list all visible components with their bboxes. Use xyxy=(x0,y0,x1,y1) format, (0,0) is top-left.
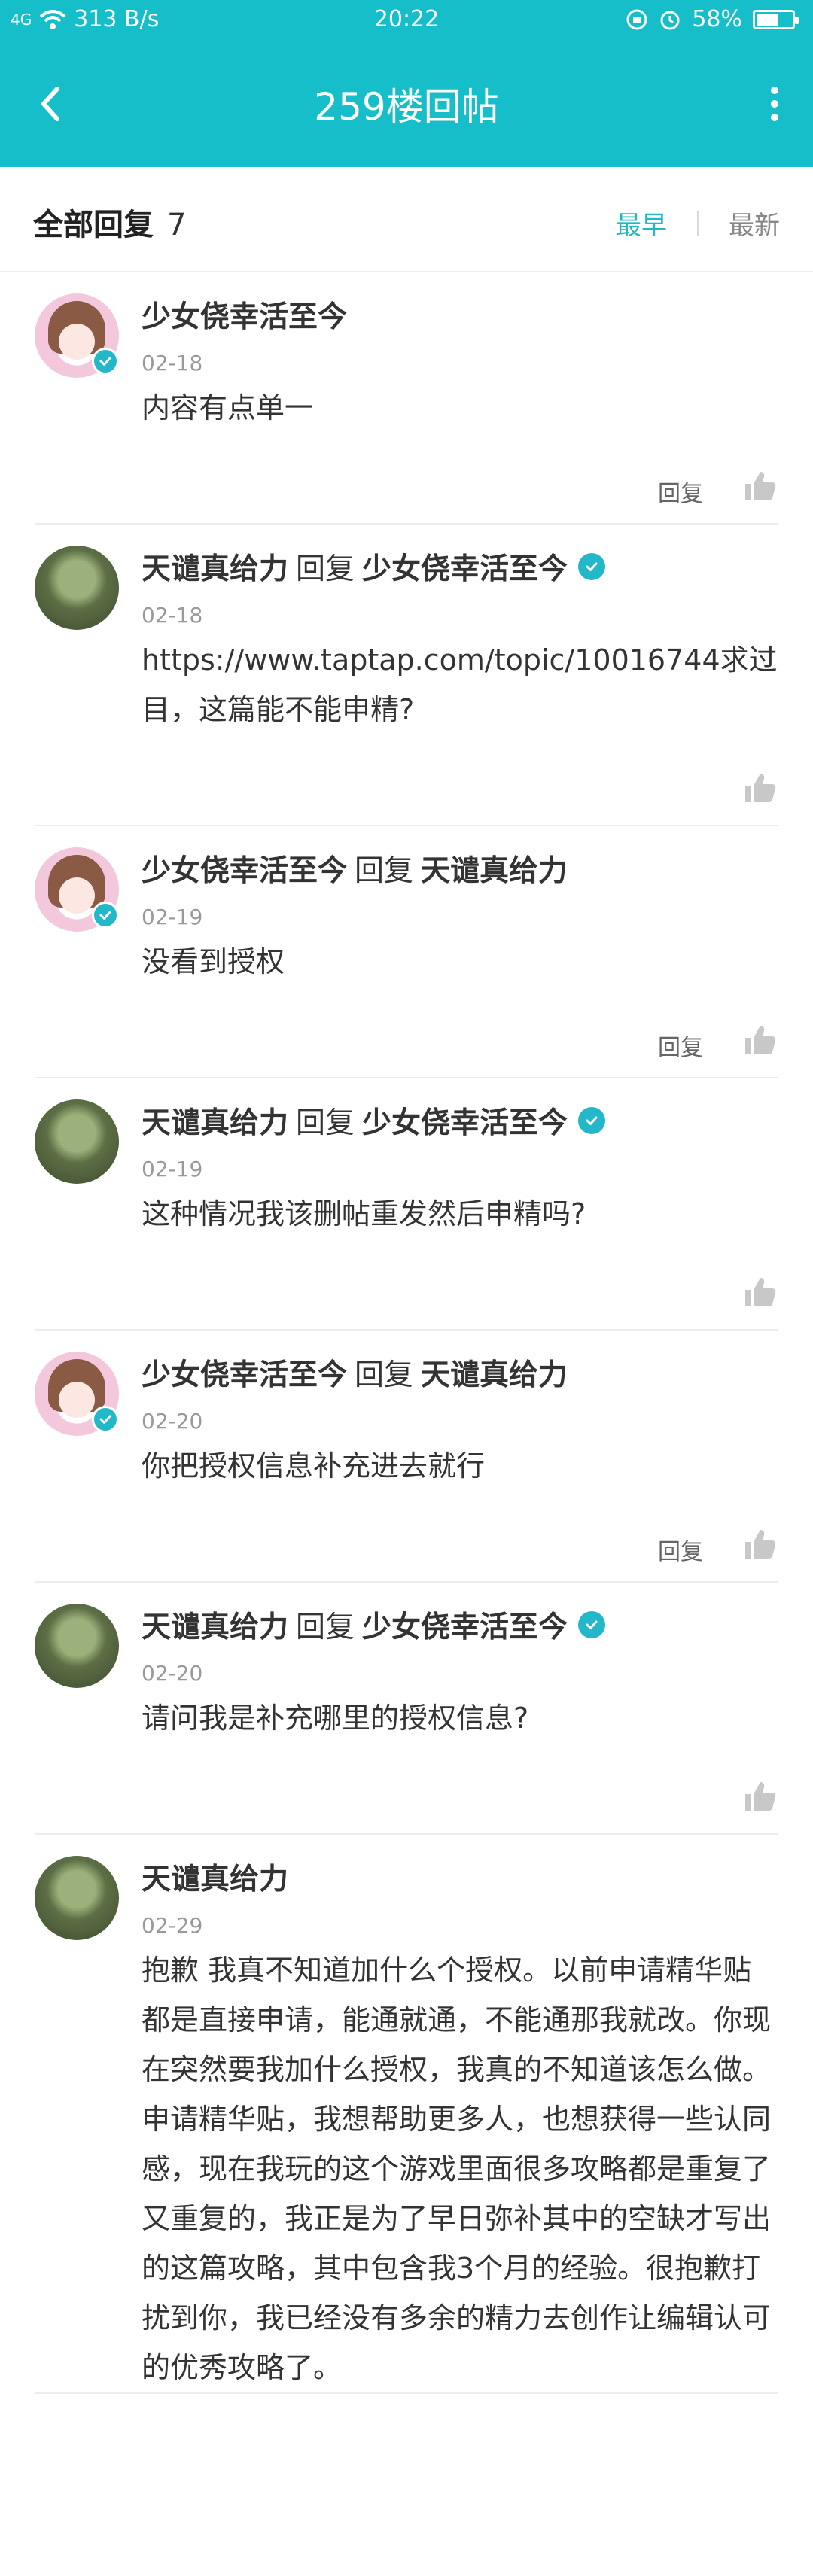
author-name[interactable]: 天谴真给力 xyxy=(142,1099,288,1142)
reply-count: 7 xyxy=(167,208,187,242)
name-line: 天谴真给力 回复 少女侥幸活至今 xyxy=(142,546,778,588)
reply-item: 天谴真给力 回复 少女侥幸活至今 02-19 这种情况我该删帖重发然后申精吗? xyxy=(35,1078,778,1331)
author-name[interactable]: 天谴真给力 xyxy=(142,1856,288,1898)
verified-badge-icon xyxy=(578,1107,606,1134)
reply-item: 天谴真给力 回复 少女侥幸活至今 02-18 https://www.taptap.co… xyxy=(35,525,778,826)
reply-date: 02-29 xyxy=(142,1913,203,1938)
reply-target-name[interactable]: 少女侥幸活至今 xyxy=(362,1099,568,1142)
reply-date: 02-19 xyxy=(142,905,203,929)
verified-badge-icon xyxy=(92,348,119,375)
reply-date: 02-18 xyxy=(142,603,203,628)
avatar[interactable] xyxy=(35,546,119,630)
reply-content: 少女侥幸活至今 回复 天谴真给力 02-20 你把授权信息补充进去就行 回复 xyxy=(142,1331,778,1581)
author-name[interactable]: 少女侥幸活至今 xyxy=(142,293,347,336)
avatar-face xyxy=(59,324,95,360)
reply-item: 天谴真给力 回复 少女侥幸活至今 02-20 请问我是补充哪里的授权信息? xyxy=(35,1583,778,1835)
verified-badge-icon xyxy=(92,1406,119,1433)
name-line: 天谴真给力 xyxy=(142,1856,778,1898)
reply-date: 02-20 xyxy=(142,1661,203,1686)
reply-text: https://www.taptap.com/topic/10016744求过目… xyxy=(142,643,778,726)
reply-word: 回复 xyxy=(355,1358,414,1392)
verified-badge-icon xyxy=(578,1611,606,1638)
avatar-face xyxy=(59,1382,95,1418)
reply-text: 请问我是补充哪里的授权信息? xyxy=(142,1702,529,1735)
author-name[interactable]: 少女侥幸活至今 xyxy=(142,847,347,890)
like-icon[interactable] xyxy=(741,1525,778,1563)
author-name[interactable]: 天谴真给力 xyxy=(142,1604,288,1646)
reply-actions xyxy=(142,1269,778,1329)
reply-date: 02-19 xyxy=(142,1157,203,1182)
status-bar: 4G 313 B/s 20:22 58% xyxy=(0,0,813,42)
avatar[interactable] xyxy=(35,1099,119,1184)
like-icon[interactable] xyxy=(741,1273,778,1311)
reply-target-name[interactable]: 天谴真给力 xyxy=(421,847,568,890)
all-replies-header: 全部回复 7 xyxy=(33,200,186,244)
like-icon[interactable] xyxy=(741,769,778,807)
reply-text: 你把授权信息补充进去就行 xyxy=(142,1449,486,1483)
sort-latest-button[interactable]: 最新 xyxy=(729,205,780,242)
verified-badge-icon xyxy=(92,902,119,929)
like-icon[interactable] xyxy=(741,1021,778,1059)
reply-item: 少女侥幸活至今 回复 天谴真给力 02-20 你把授权信息补充进去就行 回复 xyxy=(35,1331,778,1583)
reply-actions: 回复 xyxy=(142,1521,778,1581)
reply-content: 天谴真给力 回复 少女侥幸活至今 02-18 https://www.taptap.co… xyxy=(142,525,778,825)
reply-text: 这种情况我该删帖重发然后申精吗? xyxy=(142,1197,586,1230)
reply-content: 天谴真给力 02-29 抱歉 我真不知道加什么个授权。以前申请精华贴都是直接申请，能… xyxy=(142,1835,778,2392)
reply-list: 少女侥幸活至今 02-18 内容有点单一 回复 天谴真给力 回复 少女侥幸活至今 02-18 h… xyxy=(0,272,813,2394)
reply-actions xyxy=(142,765,778,825)
reply-content: 天谴真给力 回复 少女侥幸活至今 02-19 这种情况我该删帖重发然后申精吗? xyxy=(142,1078,778,1329)
reply-item: 少女侥幸活至今 02-18 内容有点单一回复 xyxy=(35,272,778,525)
status-right: 58% xyxy=(626,6,799,32)
reply-target-name[interactable]: 天谴真给力 xyxy=(421,1352,568,1394)
avatar[interactable] xyxy=(35,1604,119,1688)
sort-options: 最早 最新 xyxy=(616,205,780,242)
avatar-face xyxy=(59,877,95,914)
reply-button[interactable]: 回复 xyxy=(658,1533,703,1566)
reply-filter-row: 全部回复 7 最早 最新 xyxy=(0,167,813,272)
reply-actions: 回复 xyxy=(142,1017,778,1077)
reply-actions: 回复 xyxy=(142,463,778,523)
avatar[interactable] xyxy=(35,1856,119,1940)
battery-percent: 58% xyxy=(692,6,742,32)
reply-content: 天谴真给力 回复 少女侥幸活至今 02-20 请问我是补充哪里的授权信息? xyxy=(142,1583,778,1833)
verified-badge-icon xyxy=(578,553,606,580)
like-icon[interactable] xyxy=(741,1778,778,1815)
name-line: 少女侥幸活至今 回复 天谴真给力 xyxy=(142,847,778,890)
page-title: 259楼回帖 xyxy=(314,85,499,129)
reply-word: 回复 xyxy=(296,1106,355,1140)
name-line: 少女侥幸活至今 回复 天谴真给力 xyxy=(142,1352,778,1394)
reply-item: 少女侥幸活至今 回复 天谴真给力 02-19 没看到授权 回复 xyxy=(35,826,778,1078)
name-line: 天谴真给力 回复 少女侥幸活至今 xyxy=(142,1099,778,1142)
battery-fill xyxy=(757,13,778,26)
reply-target-name[interactable]: 少女侥幸活至今 xyxy=(362,1604,568,1646)
reply-word: 回复 xyxy=(296,1610,355,1644)
sort-divider xyxy=(697,211,699,236)
reply-word: 回复 xyxy=(296,552,355,586)
battery-icon xyxy=(753,9,799,29)
all-replies-label: 全部回复 xyxy=(33,208,154,242)
reply-text: 没看到授权 xyxy=(142,945,285,978)
reply-date: 02-18 xyxy=(142,351,203,376)
reply-content: 少女侥幸活至今 回复 天谴真给力 02-19 没看到授权 回复 xyxy=(142,826,778,1077)
rotation-lock-icon xyxy=(626,9,647,29)
reply-content: 少女侥幸活至今 02-18 内容有点单一回复 xyxy=(142,272,778,523)
like-icon[interactable] xyxy=(741,467,778,505)
reply-text: 内容有点单一 xyxy=(142,391,314,424)
author-name[interactable]: 天谴真给力 xyxy=(142,546,288,588)
reply-date: 02-20 xyxy=(142,1409,203,1434)
author-name[interactable]: 少女侥幸活至今 xyxy=(142,1352,347,1394)
name-line: 少女侥幸活至今 xyxy=(142,293,778,336)
reply-button[interactable]: 回复 xyxy=(658,475,703,508)
reply-actions xyxy=(142,1773,778,1833)
reply-button[interactable]: 回复 xyxy=(658,1029,703,1062)
reply-target-name[interactable]: 少女侥幸活至今 xyxy=(362,546,568,588)
name-line: 天谴真给力 回复 少女侥幸活至今 xyxy=(142,1604,778,1646)
sort-earliest-button[interactable]: 最早 xyxy=(616,205,667,242)
alarm-icon xyxy=(660,11,680,29)
more-vertical-icon[interactable] xyxy=(763,81,786,126)
reply-item: 天谴真给力 02-29 抱歉 我真不知道加什么个授权。以前申请精华贴都是直接申请，能… xyxy=(35,1835,778,2394)
reply-word: 回复 xyxy=(355,854,414,888)
nav-bar: 259楼回帖 xyxy=(0,42,813,167)
reply-text: 抱歉 我真不知道加什么个授权。以前申请精华贴都是直接申请，能通就通，不能通那我就… xyxy=(142,1954,772,2384)
